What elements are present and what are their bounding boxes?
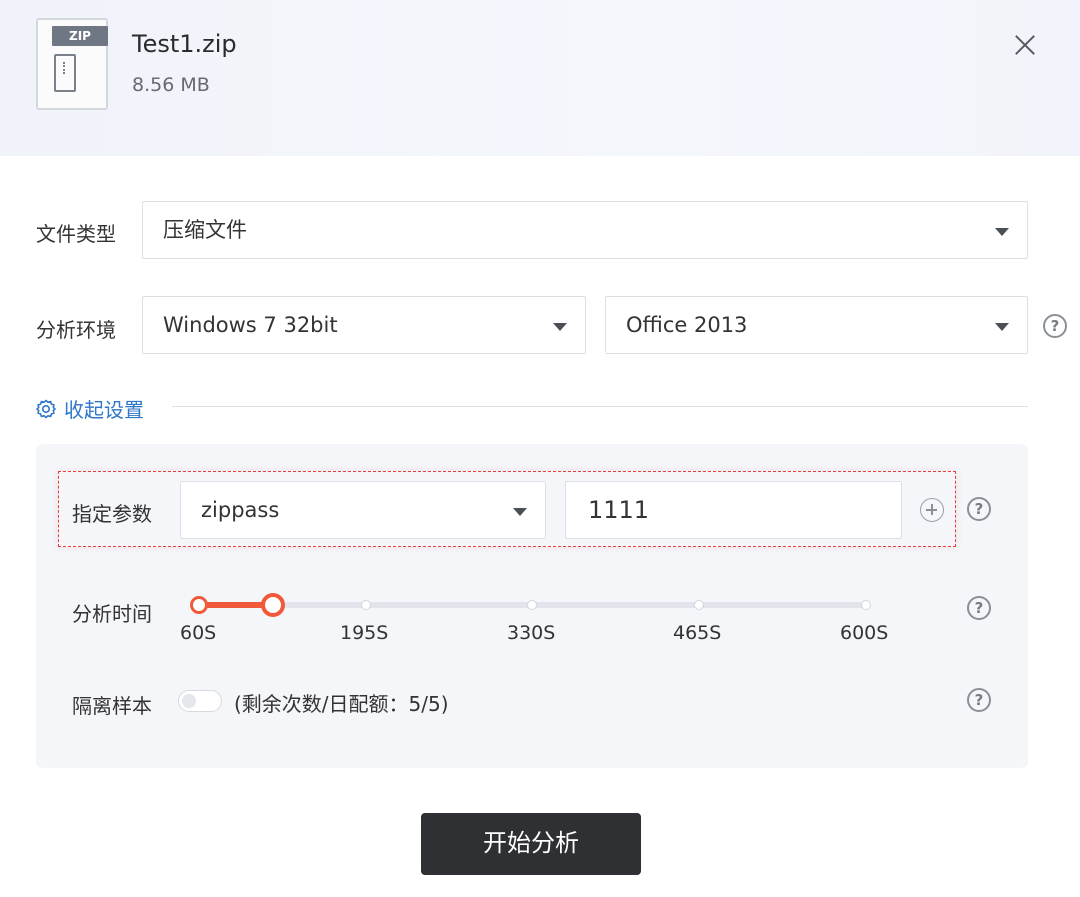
slider-start-marker — [190, 596, 208, 614]
slider-tick-dot[interactable] — [694, 600, 704, 610]
params-value-input[interactable]: 1111 — [565, 481, 902, 539]
file-type-label: 文件类型 — [36, 222, 116, 246]
file-type-value: 压缩文件 — [163, 218, 247, 242]
tick-label-195s: 195S — [340, 622, 389, 644]
close-icon[interactable] — [1010, 30, 1040, 60]
slider-tick-dot[interactable] — [527, 600, 537, 610]
office-select[interactable]: Office 2013 — [605, 296, 1028, 354]
office-value: Office 2013 — [626, 313, 748, 337]
tick-label-465s: 465S — [673, 622, 722, 644]
environment-help-icon[interactable]: ? — [1043, 314, 1067, 338]
chevron-down-icon — [553, 323, 567, 331]
params-label: 指定参数 — [72, 502, 152, 526]
environment-label: 分析环境 — [36, 318, 116, 342]
plus-circle-icon[interactable] — [920, 498, 944, 522]
toggle-knob — [182, 694, 196, 708]
zip-file-icon: ZIP — [36, 18, 108, 110]
os-select[interactable]: Windows 7 32bit — [142, 296, 586, 354]
params-select-value: zippass — [201, 498, 280, 522]
file-type-select[interactable]: 压缩文件 — [142, 201, 1028, 259]
collapse-settings-label: 收起设置 — [64, 398, 144, 422]
slider-tick-dot[interactable] — [861, 600, 871, 610]
params-select[interactable]: zippass — [180, 481, 546, 539]
params-help-icon[interactable]: ? — [967, 497, 991, 521]
chevron-down-icon — [995, 228, 1009, 236]
time-slider-handle[interactable] — [261, 593, 285, 617]
params-input-value: 1111 — [588, 496, 650, 524]
time-help-icon[interactable]: ? — [967, 596, 991, 620]
isolate-toggle[interactable] — [178, 690, 222, 712]
zip-badge: ZIP — [52, 26, 108, 46]
file-size: 8.56 MB — [132, 74, 210, 96]
section-divider — [172, 406, 1028, 407]
file-header: ZIP Test1.zip 8.56 MB — [0, 0, 1080, 156]
isolate-help-icon[interactable]: ? — [967, 688, 991, 712]
zip-archive-glyph — [54, 54, 76, 92]
start-analysis-button[interactable]: 开始分析 — [421, 813, 641, 875]
slider-tick-dot[interactable] — [361, 600, 371, 610]
time-label: 分析时间 — [72, 602, 152, 626]
chevron-down-icon — [513, 508, 527, 516]
file-name: Test1.zip — [132, 30, 237, 58]
gear-icon — [36, 398, 56, 419]
tick-label-600s: 600S — [840, 622, 889, 644]
chevron-down-icon — [995, 323, 1009, 331]
isolate-label: 隔离样本 — [72, 694, 152, 718]
collapse-settings-link[interactable]: 收起设置 — [36, 394, 144, 423]
quota-text: (剩余次数/日配额：5/5) — [234, 692, 449, 716]
tick-label-330s: 330S — [507, 622, 556, 644]
os-value: Windows 7 32bit — [163, 313, 338, 337]
tick-label-60s: 60S — [180, 622, 217, 644]
